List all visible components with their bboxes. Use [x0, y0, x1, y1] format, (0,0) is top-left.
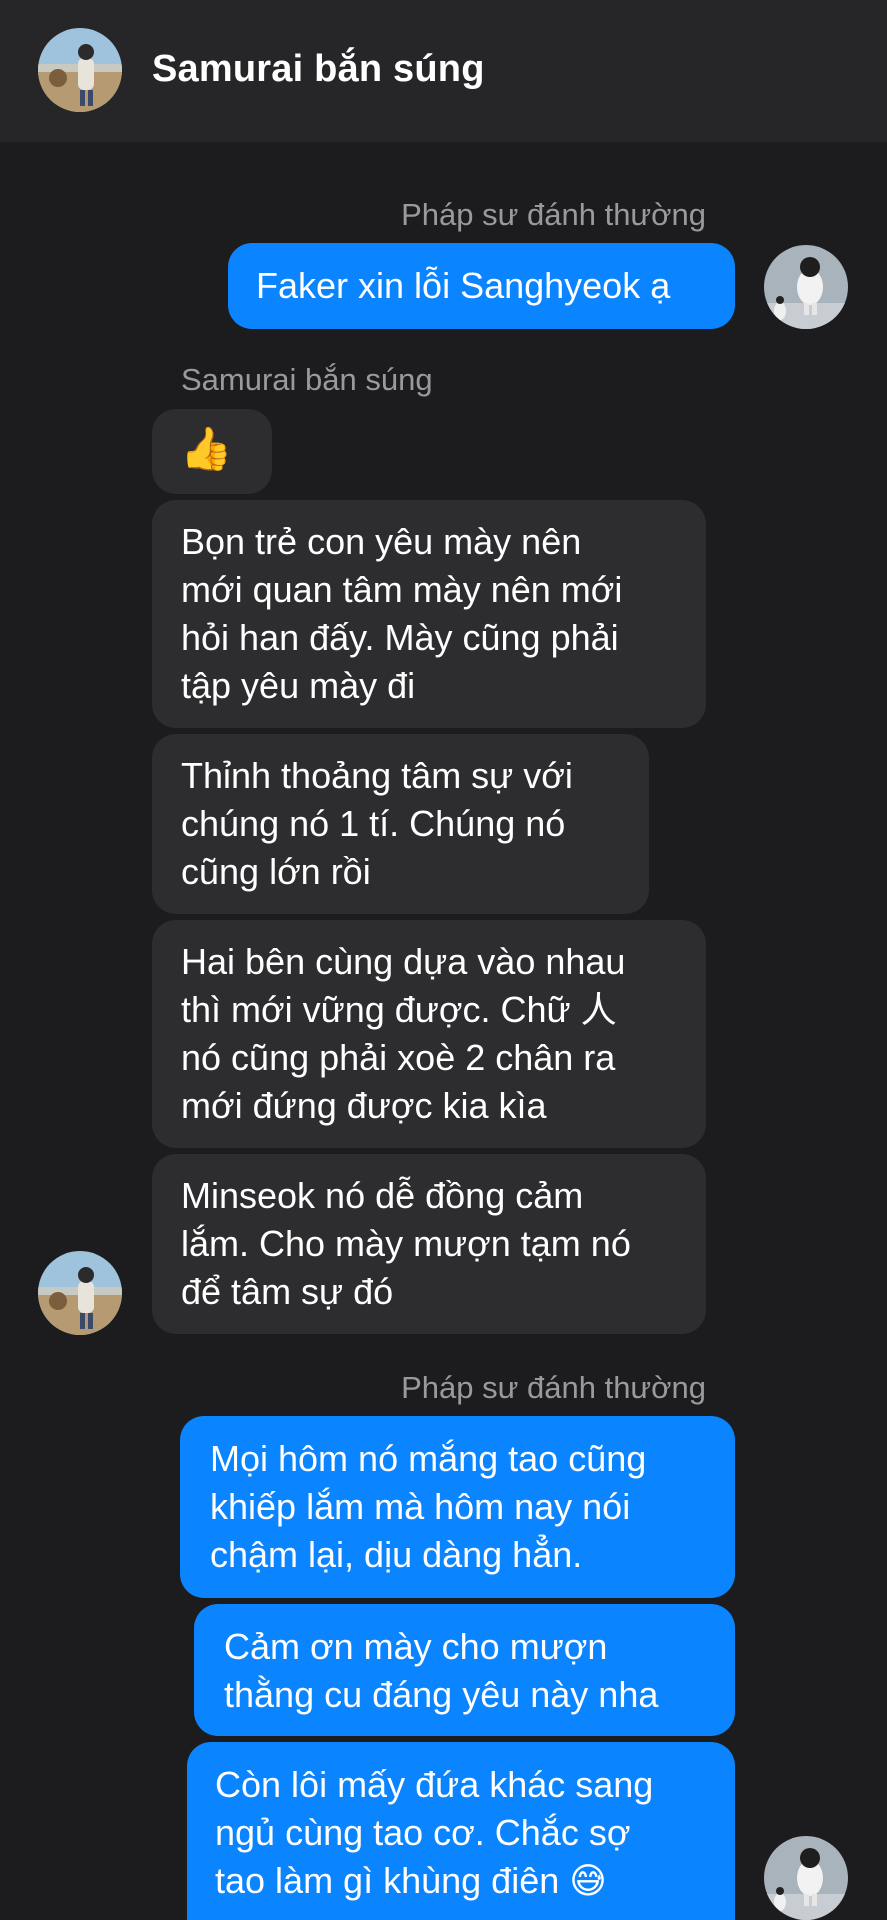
message-bubble-outgoing[interactable]: Mọi hôm nó mắng tao cũng khiếp lắm mà hô…: [180, 1416, 735, 1598]
sender-label-other: Samurai bắn súng: [181, 362, 433, 397]
sender-label-me: Pháp sư đánh thường: [401, 197, 706, 232]
message-bubble-incoming-emoji[interactable]: 👍: [152, 409, 272, 494]
chat-header: Samurai bắn súng: [0, 0, 887, 142]
my-avatar[interactable]: [764, 245, 848, 329]
message-bubble-incoming[interactable]: Hai bên cùng dựa vào nhau thì mới vững đ…: [152, 920, 706, 1148]
contact-avatar[interactable]: [38, 28, 122, 112]
message-bubble-outgoing[interactable]: Cảm ơn mày cho mượn thằng cu đáng yêu nà…: [194, 1604, 735, 1736]
contact-avatar-message[interactable]: [38, 1251, 122, 1335]
sender-label-me: Pháp sư đánh thường: [401, 1370, 706, 1405]
message-bubble-incoming[interactable]: Minseok nó dễ đồng cảm lắm. Cho mày mượn…: [152, 1154, 706, 1334]
message-bubble-incoming[interactable]: Thỉnh thoảng tâm sự với chúng nó 1 tí. C…: [152, 734, 649, 914]
message-bubble-outgoing[interactable]: Còn lôi mấy đứa khác sang ngủ cùng tao c…: [187, 1742, 735, 1920]
my-avatar-message[interactable]: [764, 1836, 848, 1920]
message-bubble-outgoing[interactable]: Faker xin lỗi Sanghyeok ạ: [228, 243, 735, 329]
message-bubble-incoming[interactable]: Bọn trẻ con yêu mày nên mới quan tâm mày…: [152, 500, 706, 728]
chat-title[interactable]: Samurai bắn súng: [152, 48, 485, 91]
